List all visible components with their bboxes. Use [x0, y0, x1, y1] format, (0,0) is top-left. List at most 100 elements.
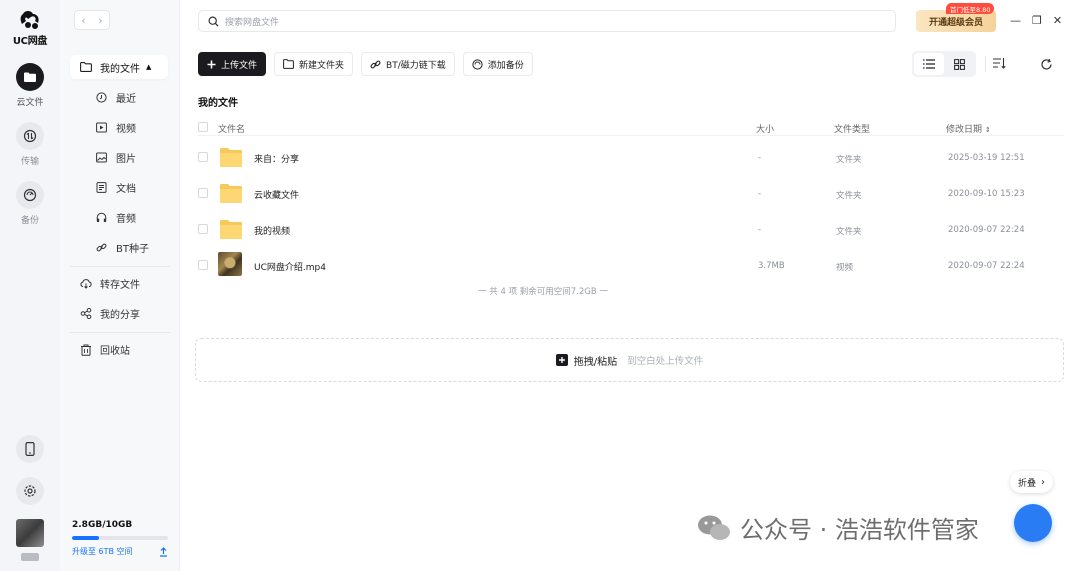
- search-input[interactable]: 搜索网盘文件: [198, 10, 896, 32]
- sidebar-item-label: 转存文件: [100, 280, 140, 291]
- new-folder-button[interactable]: 新建文件夹: [274, 52, 354, 76]
- bt-download-label: BT/磁力链下载: [386, 60, 446, 71]
- upgrade-link[interactable]: 升级至 6TB 空间: [72, 546, 168, 557]
- forward-arrow-icon[interactable]: ›: [98, 14, 102, 27]
- folder-icon: [220, 220, 242, 239]
- upload-dropzone[interactable]: 拖拽/粘贴 到空白处上传文件: [195, 338, 1064, 382]
- file-name[interactable]: 云收藏文件: [254, 188, 299, 201]
- transfer-icon: [16, 122, 44, 150]
- row-checkbox[interactable]: [198, 152, 208, 162]
- table-row[interactable]: UC网盘介绍.mp4 3.7MB 视频 2020-09-07 22:24: [198, 248, 1064, 284]
- watermark: 公众号 · 浩浩软件管家: [696, 510, 979, 545]
- table-row[interactable]: 我的视频 - 文件夹 2020-09-07 22:24: [198, 212, 1064, 248]
- header-date-label: 修改日期: [946, 125, 983, 135]
- refresh-button[interactable]: [1040, 56, 1053, 75]
- new-folder-label: 新建文件夹: [299, 60, 345, 71]
- sidebar-item-video[interactable]: 视频: [96, 120, 136, 135]
- row-checkbox[interactable]: [198, 260, 208, 270]
- sidebar-item-saved[interactable]: 转存文件: [80, 276, 140, 291]
- file-type: 文件夹: [836, 155, 862, 165]
- settings-icon[interactable]: [16, 477, 44, 505]
- file-date: 2020-09-07 22:24: [948, 261, 1025, 271]
- page-title: 我的文件: [198, 98, 238, 109]
- sidebar-item-recent[interactable]: 最近: [96, 90, 136, 105]
- file-type: 文件夹: [836, 227, 862, 237]
- file-name[interactable]: UC网盘介绍.mp4: [254, 260, 326, 273]
- rail-item-transfer[interactable]: 传输: [16, 122, 44, 167]
- minimize-icon[interactable]: —: [1010, 14, 1021, 27]
- image-icon: [96, 152, 107, 163]
- sort-button[interactable]: [992, 55, 1006, 74]
- add-backup-button[interactable]: 添加备份: [462, 52, 533, 76]
- document-icon: [96, 182, 107, 193]
- rail-item-label: 传输: [20, 157, 39, 167]
- table-row[interactable]: 来自：分享 - 文件夹 2025-03-19 12:51: [198, 140, 1064, 176]
- plus-square-icon: [555, 354, 568, 366]
- folder-outline-icon: [80, 62, 92, 72]
- cloud-save-icon: [80, 279, 92, 289]
- sidebar-item-my-files[interactable]: 我的文件 ▲: [70, 55, 168, 79]
- back-arrow-icon[interactable]: ‹: [81, 14, 85, 27]
- sidebar-item-bt[interactable]: BT种子: [96, 240, 149, 255]
- sidebar-item-label: 音频: [116, 214, 136, 225]
- header-size[interactable]: 大小: [756, 122, 774, 135]
- upgrade-label: 升级至 6TB 空间: [72, 547, 133, 556]
- wechat-icon: [698, 515, 730, 540]
- app-logo: UC网盘: [13, 10, 47, 47]
- header-date[interactable]: 修改日期 ⇕: [946, 122, 991, 135]
- logo-icon: [20, 11, 39, 29]
- list-view-icon: [923, 59, 935, 69]
- select-all-checkbox[interactable]: [198, 122, 208, 132]
- file-size: 3.7MB: [758, 261, 785, 271]
- sidebar-item-share[interactable]: 我的分享: [80, 306, 140, 321]
- sidebar-item-trash[interactable]: 回收站: [80, 342, 130, 357]
- bt-download-button[interactable]: BT/磁力链下载: [361, 52, 455, 76]
- headphones-icon: [96, 212, 107, 222]
- file-name[interactable]: 来自：分享: [254, 152, 299, 165]
- sidebar-item-label: 我的分享: [100, 310, 140, 321]
- restore-icon[interactable]: ❐: [1032, 14, 1042, 27]
- sidebar: ‹ › 我的文件 ▲ 最近 视频 图片 文档 音频 BT种子 转存文件 我的分享…: [60, 0, 180, 571]
- header-name[interactable]: 文件名: [218, 122, 245, 135]
- dropzone-label: 拖拽/粘贴: [573, 356, 618, 368]
- storage-used: 2.8GB/10GB: [72, 520, 133, 530]
- avatar[interactable]: [16, 519, 44, 547]
- sidebar-item-label: 回收站: [100, 346, 130, 357]
- file-date: 2020-09-07 22:24: [948, 225, 1025, 235]
- upload-button[interactable]: 上传文件: [198, 52, 267, 76]
- video-thumbnail: [218, 252, 242, 276]
- vip-promo-badge: 首门低至8.80: [946, 3, 995, 14]
- file-name[interactable]: 我的视频: [254, 224, 290, 237]
- clock-icon: [96, 92, 107, 103]
- file-size: -: [758, 153, 762, 163]
- collapse-button[interactable]: 折叠 ›: [1010, 471, 1054, 493]
- rail-item-backup[interactable]: 备份: [16, 181, 44, 226]
- sidebar-item-audio[interactable]: 音频: [96, 210, 136, 225]
- close-icon[interactable]: ✕: [1053, 14, 1062, 27]
- folder-plus-icon: [283, 59, 294, 69]
- header-type[interactable]: 文件类型: [834, 122, 870, 135]
- upload-icon[interactable]: [159, 546, 168, 557]
- list-view-button[interactable]: [914, 53, 944, 75]
- assistant-fab[interactable]: [1014, 504, 1052, 542]
- logo-text: UC网盘: [12, 36, 48, 47]
- share-icon: [80, 308, 92, 319]
- sidebar-item-label: 视频: [116, 124, 136, 135]
- search-icon: [208, 15, 219, 26]
- file-type: 视频: [836, 263, 854, 273]
- sidebar-item-document[interactable]: 文档: [96, 180, 136, 195]
- phone-icon[interactable]: [16, 435, 44, 463]
- row-checkbox[interactable]: [198, 224, 208, 234]
- grid-view-button[interactable]: [944, 53, 974, 75]
- row-checkbox[interactable]: [198, 188, 208, 198]
- list-summary: 一 共 4 项 剩余可用空间7.2GB 一: [478, 287, 608, 297]
- sidebar-item-label: BT种子: [116, 244, 149, 255]
- chevron-right-icon: ›: [1041, 476, 1046, 488]
- rail-item-cloud-files[interactable]: 云文件: [16, 63, 44, 108]
- sidebar-item-label: 我的文件: [100, 63, 140, 75]
- file-size: -: [758, 189, 762, 199]
- divider: [70, 266, 170, 267]
- view-toggle: [912, 51, 976, 77]
- sidebar-item-image[interactable]: 图片: [96, 150, 136, 165]
- table-row[interactable]: 云收藏文件 - 文件夹 2020-09-10 15:23: [198, 176, 1064, 212]
